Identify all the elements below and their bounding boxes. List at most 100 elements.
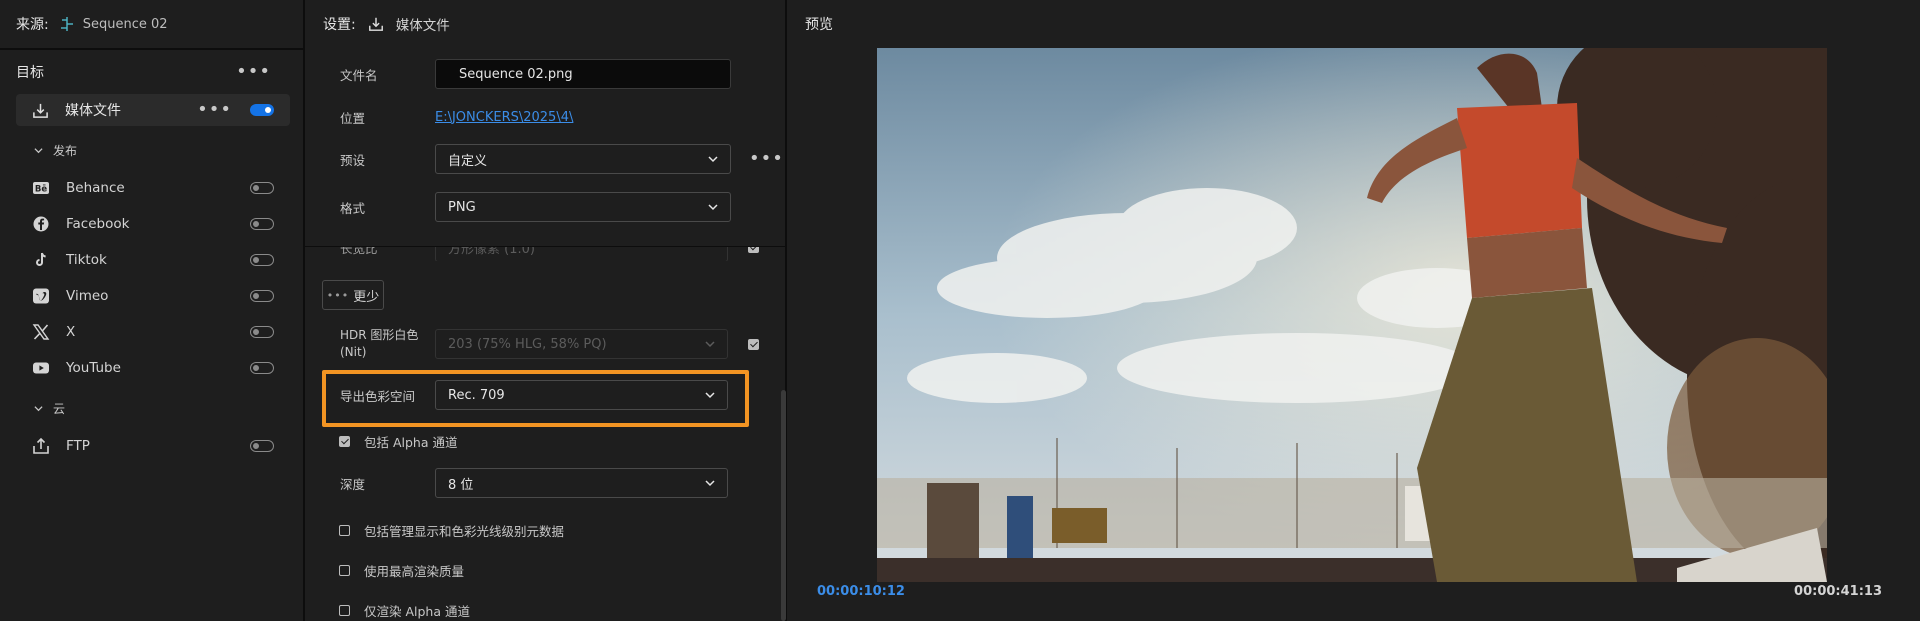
target-media-file[interactable]: 媒体文件 ••• [16, 94, 290, 126]
preset-row: 预设 自定义 ••• [305, 144, 785, 174]
dest-behance-label: Behance [66, 180, 125, 196]
hdr-label-line2: (Nit) [340, 345, 367, 359]
preview-image [877, 48, 1827, 582]
chevron-down-icon [705, 341, 715, 348]
publish-section-label: 发布 [53, 143, 78, 158]
include-alpha-row[interactable]: 包括 Alpha 通道 [339, 432, 458, 451]
dest-tiktok-label: Tiktok [66, 252, 107, 268]
chevron-down-icon [708, 156, 718, 163]
facebook-toggle[interactable] [250, 218, 274, 230]
preview-title: 预览 [805, 17, 833, 33]
ellipsis-icon: ••• [326, 288, 350, 302]
timecode-total: 00:00:41:13 [1794, 584, 1882, 599]
depth-row: 深度 8 位 [305, 468, 785, 498]
hdr-row: HDR 图形白色 (Nit) 203 (75% HLG, 58% PQ) [305, 327, 785, 361]
hdr-select: 203 (75% HLG, 58% PQ) [435, 329, 728, 359]
media-toggle[interactable] [250, 104, 274, 116]
max-quality-label: 使用最高渲染质量 [364, 564, 465, 579]
hdr-label-line1: HDR 图形白色 [340, 328, 419, 342]
source-label: 来源: [16, 17, 49, 33]
targets-panel: 来源: Sequence 02 目标 ••• 媒体文件 ••• 发布 Bē Be… [0, 0, 305, 621]
color-space-highlight [322, 370, 749, 427]
format-label: 格式 [340, 200, 366, 216]
dest-facebook[interactable]: Facebook [0, 206, 303, 242]
dest-ftp-label: FTP [66, 438, 90, 454]
source-bar: 来源: Sequence 02 [0, 0, 303, 50]
clipped-label: 长宽比 [340, 247, 378, 256]
filename-input[interactable]: Sequence 02.png [435, 59, 731, 89]
alpha-only-row[interactable]: 仅渲染 Alpha 通道 [339, 601, 470, 620]
depth-value: 8 位 [448, 477, 474, 493]
hdr-value: 203 (75% HLG, 58% PQ) [448, 336, 607, 352]
clipped-value: 方形像素 (1.0) [448, 247, 535, 257]
location-label: 位置 [340, 110, 366, 126]
facebook-icon [32, 215, 50, 233]
include-metadata-checkbox[interactable] [339, 525, 350, 536]
filename-label: 文件名 [340, 67, 378, 83]
youtube-icon [32, 359, 50, 377]
vimeo-icon [32, 287, 50, 305]
location-link[interactable]: E:\JONCKERS\2025\4\ [435, 110, 573, 125]
depth-select[interactable]: 8 位 [435, 468, 728, 498]
include-metadata-row[interactable]: 包括管理显示和色彩光线级别元数据 [339, 521, 564, 540]
youtube-toggle[interactable] [250, 362, 274, 374]
ftp-toggle[interactable] [250, 440, 274, 452]
settings-target-name: 媒体文件 [395, 18, 450, 34]
settings-scrollbar[interactable] [781, 390, 786, 621]
dest-vimeo-label: Vimeo [66, 288, 109, 304]
tiktok-icon [32, 251, 50, 269]
depth-label: 深度 [340, 476, 366, 492]
targets-title: 目标 [16, 65, 44, 81]
dest-ftp[interactable]: FTP [0, 428, 303, 464]
x-toggle[interactable] [250, 326, 274, 338]
settings-label: 设置: [323, 17, 356, 33]
target-media-label: 媒体文件 [65, 103, 121, 119]
dest-youtube[interactable]: YouTube [0, 350, 303, 386]
include-alpha-checkbox[interactable] [339, 436, 350, 447]
clipped-select: 方形像素 (1.0) [435, 247, 728, 261]
source-sequence-name[interactable]: Sequence 02 [83, 17, 168, 32]
ftp-upload-icon [32, 437, 50, 455]
settings-bar: 设置: 媒体文件 [305, 0, 785, 48]
location-row: 位置 E:\JONCKERS\2025\4\ [305, 102, 785, 132]
alpha-only-checkbox[interactable] [339, 605, 350, 616]
targets-more-icon[interactable]: ••• [236, 63, 271, 81]
cloud-section-label: 云 [53, 401, 66, 416]
preset-more-icon[interactable]: ••• [749, 150, 784, 168]
cloud-section-header[interactable]: 云 [0, 388, 303, 428]
dest-vimeo[interactable]: Vimeo [0, 278, 303, 314]
max-quality-row[interactable]: 使用最高渲染质量 [339, 561, 464, 580]
dest-behance[interactable]: Bē Behance [0, 170, 303, 206]
dest-youtube-label: YouTube [66, 360, 121, 376]
include-metadata-label: 包括管理显示和色彩光线级别元数据 [364, 524, 565, 539]
dest-tiktok[interactable]: Tiktok [0, 242, 303, 278]
chevron-down-icon [34, 147, 43, 153]
publish-section-header[interactable]: 发布 [0, 130, 303, 170]
format-value: PNG [448, 199, 476, 215]
less-button-label: 更少 [353, 289, 380, 305]
preset-select[interactable]: 自定义 [435, 144, 731, 174]
dest-x[interactable]: X [0, 314, 303, 350]
tiktok-toggle[interactable] [250, 254, 274, 266]
media-more-icon[interactable]: ••• [197, 101, 232, 119]
format-select[interactable]: PNG [435, 192, 731, 222]
hdr-checkbox[interactable] [748, 338, 759, 350]
clipped-checkbox[interactable] [748, 247, 759, 253]
behance-icon: Bē [32, 179, 50, 197]
chevron-down-icon [705, 480, 715, 487]
chevron-down-icon [708, 204, 718, 211]
vimeo-toggle[interactable] [250, 290, 274, 302]
clipped-row: 长宽比 方形像素 (1.0) [305, 247, 785, 261]
preset-label: 预设 [340, 152, 366, 168]
less-button[interactable]: ••• 更少 [322, 280, 384, 310]
dest-facebook-label: Facebook [66, 216, 130, 232]
behance-toggle[interactable] [250, 182, 274, 194]
sequence-icon [60, 17, 73, 31]
max-quality-checkbox[interactable] [339, 565, 350, 576]
download-icon [368, 17, 383, 31]
settings-panel: 设置: 媒体文件 文件名 Sequence 02.png 位置 E:\JONCK… [305, 0, 787, 621]
svg-text:Bē: Bē [35, 185, 47, 195]
preset-value: 自定义 [448, 153, 488, 169]
chevron-down-icon [34, 405, 43, 411]
timecode-current[interactable]: 00:00:10:12 [817, 584, 905, 599]
